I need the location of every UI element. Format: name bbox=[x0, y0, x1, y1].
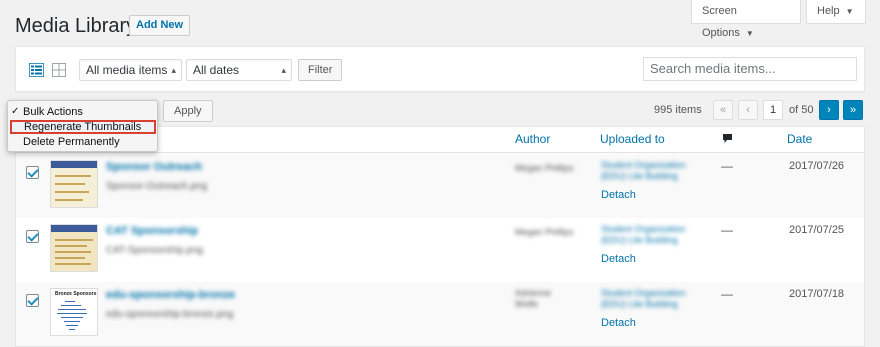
upload-date: 2017/07/26 bbox=[789, 160, 845, 172]
author-link[interactable]: Megan Phillips bbox=[515, 227, 574, 237]
comment-bubble-icon bbox=[723, 134, 732, 143]
table-row: CAT Sponsorship CAT-Sponsorship.png Mega… bbox=[16, 218, 864, 282]
media-file-name: CAT-Sponsorship.png bbox=[106, 245, 204, 256]
upload-date: 2017/07/25 bbox=[789, 224, 845, 236]
select-arrows-icon: ▴ bbox=[281, 65, 286, 75]
last-page-button[interactable]: » bbox=[843, 100, 863, 120]
bulk-option-label: Delete Permanently bbox=[23, 136, 120, 148]
media-title-link[interactable]: edu-sponsorship-bronze bbox=[106, 289, 235, 301]
select-arrows-icon: ▴ bbox=[171, 65, 176, 75]
apply-button[interactable]: Apply bbox=[163, 100, 213, 122]
detach-link[interactable]: Detach bbox=[601, 253, 636, 265]
thumb-detail bbox=[64, 321, 80, 322]
thumb-detail bbox=[61, 317, 83, 318]
add-new-button[interactable]: Add New bbox=[129, 15, 191, 36]
page-title: Media Library bbox=[15, 15, 137, 37]
uploaded-to-line: Student Organization bbox=[601, 160, 686, 170]
uploaded-to-line: Student Organization bbox=[601, 224, 686, 234]
thumb-detail bbox=[55, 257, 85, 259]
filter-button[interactable]: Filter bbox=[298, 59, 343, 81]
thumb-detail bbox=[55, 239, 93, 241]
column-author[interactable]: Author bbox=[515, 132, 550, 146]
row-checkbox[interactable] bbox=[26, 166, 39, 179]
uploaded-to-link[interactable]: Student Organization (EDU) Lite Building bbox=[601, 160, 686, 182]
media-thumbnail[interactable] bbox=[50, 224, 98, 272]
first-page-button[interactable]: « bbox=[713, 100, 733, 120]
uploaded-to-line: (EDU) Lite Building bbox=[601, 235, 678, 245]
row-checkbox[interactable] bbox=[26, 294, 39, 307]
uploaded-to-line: Student Organization bbox=[601, 288, 686, 298]
media-table: Author Uploaded to Date Sponsor Outreach… bbox=[15, 126, 865, 347]
media-thumbnail[interactable] bbox=[50, 160, 98, 208]
date-select-value: All dates bbox=[193, 63, 240, 77]
comment-count: — bbox=[721, 159, 733, 173]
uploaded-to-link[interactable]: Student Organization (EDU) Lite Building bbox=[601, 288, 686, 310]
bulk-actions-dropdown[interactable]: ✓ Bulk Actions Regenerate Thumbnails Del… bbox=[7, 100, 158, 152]
table-row: Sponsor Outreach Sponsor-Outreach.png Me… bbox=[16, 154, 864, 218]
bulk-option-delete-permanently[interactable]: Delete Permanently bbox=[9, 135, 156, 149]
thumb-detail bbox=[61, 305, 81, 306]
item-count: 995 items bbox=[654, 104, 702, 116]
thumb-detail bbox=[69, 329, 75, 330]
thumb-detail bbox=[55, 191, 89, 193]
media-type-value: All media items bbox=[86, 63, 168, 77]
detach-link[interactable]: Detach bbox=[601, 317, 636, 329]
list-view-icon[interactable] bbox=[29, 63, 44, 77]
thumb-detail bbox=[55, 251, 91, 253]
thumb-detail bbox=[66, 325, 78, 326]
media-title-link[interactable]: Sponsor Outreach bbox=[106, 161, 202, 173]
bulk-option-regenerate-thumbnails[interactable]: Regenerate Thumbnails bbox=[10, 120, 156, 134]
upload-date: 2017/07/18 bbox=[789, 288, 845, 300]
thumb-detail bbox=[58, 309, 86, 310]
detach-link[interactable]: Detach bbox=[601, 189, 636, 201]
thumb-detail bbox=[55, 263, 91, 265]
screen-options-tab[interactable]: Screen Options ▼ bbox=[691, 0, 801, 39]
bulk-option-bulk-actions[interactable]: ✓ Bulk Actions bbox=[9, 105, 156, 119]
uploaded-to-link[interactable]: Student Organization (EDU) Lite Building bbox=[601, 224, 686, 246]
help-tab[interactable]: Help ▼ bbox=[806, 0, 866, 24]
total-pages: of 50 bbox=[789, 104, 814, 116]
caret-down-icon: ▼ bbox=[845, 7, 854, 16]
author-line: Adrienne bbox=[515, 288, 552, 298]
date-select[interactable]: All dates ▴ bbox=[186, 59, 292, 81]
thumb-detail bbox=[65, 301, 75, 302]
media-file-name: Sponsor-Outreach.png bbox=[106, 181, 208, 192]
thumb-detail bbox=[55, 199, 83, 201]
current-page-input[interactable]: 1 bbox=[763, 100, 783, 120]
comment-count: — bbox=[721, 287, 733, 301]
column-uploaded-to[interactable]: Uploaded to bbox=[600, 132, 665, 146]
table-row: Bronze Sponsors edu-sponsorship-bronze e… bbox=[16, 282, 864, 346]
thumb-detail bbox=[55, 245, 87, 247]
author-link[interactable]: Megan Phillips bbox=[515, 163, 574, 173]
media-filter-bar: All media items ▴ All dates ▴ Filter Sea… bbox=[15, 46, 865, 92]
thumb-detail bbox=[57, 313, 87, 314]
grid-view-icon[interactable] bbox=[52, 63, 66, 77]
uploaded-to-line: (EDU) Lite Building bbox=[601, 299, 678, 309]
media-type-select[interactable]: All media items ▴ bbox=[79, 59, 182, 81]
thumb-detail bbox=[55, 183, 85, 185]
media-file-name: edu-sponsorship-bronze.png bbox=[106, 309, 234, 320]
media-thumbnail[interactable]: Bronze Sponsors bbox=[50, 288, 98, 336]
media-title-link[interactable]: CAT Sponsorship bbox=[106, 225, 198, 237]
checkmark-icon: ✓ bbox=[11, 106, 20, 117]
author-link[interactable]: Adrienne Wolfe bbox=[515, 288, 551, 310]
author-line: Wolfe bbox=[515, 299, 538, 309]
column-date[interactable]: Date bbox=[787, 132, 812, 146]
thumb-detail bbox=[55, 175, 91, 177]
uploaded-to-line: (EDU) Lite Building bbox=[601, 171, 678, 181]
caret-down-icon: ▼ bbox=[745, 29, 754, 38]
comment-count: — bbox=[721, 223, 733, 237]
row-checkbox[interactable] bbox=[26, 230, 39, 243]
thumb-caption: Bronze Sponsors bbox=[55, 291, 97, 297]
bulk-option-label: Bulk Actions bbox=[23, 106, 83, 118]
help-label: Help bbox=[817, 5, 840, 17]
search-input[interactable]: Search media items... bbox=[643, 57, 857, 81]
next-page-button[interactable]: › bbox=[819, 100, 839, 120]
bulk-option-label: Regenerate Thumbnails bbox=[24, 121, 142, 133]
prev-page-button[interactable]: ‹ bbox=[738, 100, 758, 120]
screen-options-label: Screen Options bbox=[702, 5, 740, 39]
